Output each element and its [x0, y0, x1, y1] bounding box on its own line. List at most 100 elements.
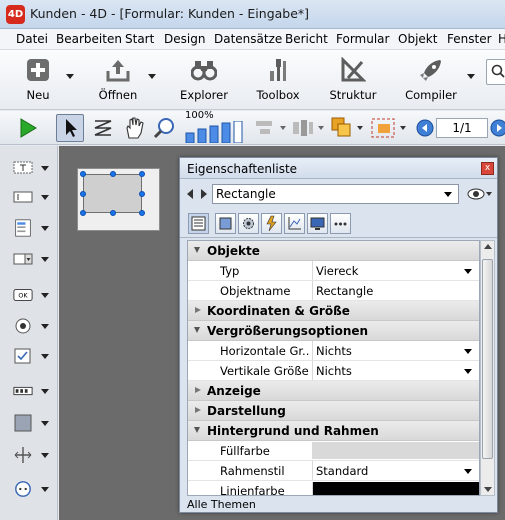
hand-icon[interactable] — [122, 116, 146, 140]
close-icon[interactable]: x — [481, 162, 494, 175]
level-dropdown-arrow[interactable] — [357, 126, 363, 130]
menu-start[interactable]: Start — [125, 32, 154, 46]
new-dropdown-arrow[interactable] — [66, 74, 74, 79]
palette-dropdown-arrow[interactable] — [41, 389, 49, 394]
zoom-icon[interactable] — [153, 116, 177, 140]
menu-hilfe[interactable]: H — [498, 32, 505, 46]
palette-text-tool[interactable] — [9, 156, 55, 180]
menu-bericht[interactable]: Bericht — [285, 32, 328, 46]
property-value-dropdown[interactable]: Viereck — [312, 261, 479, 280]
palette-button-tool[interactable]: OK — [9, 283, 55, 307]
palette-dropdown-arrow[interactable] — [41, 257, 49, 262]
property-row-objektname[interactable]: Objektname Rectangle — [188, 281, 479, 301]
tab-more[interactable] — [330, 213, 351, 234]
scrollbar-thumb[interactable] — [482, 259, 493, 459]
palette-plugin-tool[interactable] — [9, 477, 55, 501]
section-objekte[interactable]: Objekte — [188, 241, 479, 261]
menu-bearbeiten[interactable]: Bearbeiten — [56, 32, 122, 46]
rectangle-object[interactable] — [83, 174, 142, 213]
resize-handle[interactable] — [80, 171, 86, 177]
palette-dropdown-arrow[interactable] — [41, 324, 49, 329]
select-tool-button[interactable] — [56, 114, 84, 142]
palette-dropdown-arrow[interactable] — [41, 166, 49, 171]
prev-next-object-icon[interactable] — [186, 188, 208, 200]
property-row-linienfarbe[interactable]: Linienfarbe — [188, 481, 479, 495]
group-dropdown-arrow[interactable] — [400, 126, 406, 130]
property-row-typ[interactable]: Typ Viereck — [188, 261, 479, 281]
compiler-button[interactable]: Compiler — [403, 50, 459, 110]
resize-handle[interactable] — [80, 210, 86, 216]
property-value-field[interactable]: Rectangle — [312, 281, 479, 300]
open-button[interactable]: Öffnen — [90, 50, 146, 110]
group-icon[interactable] — [370, 116, 398, 140]
palette-dropdown-arrow[interactable] — [41, 453, 49, 458]
level-order-icon[interactable] — [330, 116, 356, 140]
palette-dropdown-arrow[interactable] — [41, 354, 49, 359]
section-koordinaten[interactable]: Koordinaten & Größe — [188, 301, 479, 321]
palette-dropdown-arrow[interactable] — [41, 293, 49, 298]
property-row-rahmenstil[interactable]: Rahmenstil Standard — [188, 461, 479, 481]
tab-objects[interactable] — [215, 213, 236, 234]
palette-dropdown-tool[interactable] — [9, 247, 55, 271]
property-row-vertikal[interactable]: Vertikale Größe Nichts — [188, 361, 479, 381]
property-filter-label[interactable]: Alle Themen — [187, 498, 480, 512]
search-box[interactable] — [486, 59, 505, 85]
palette-splitter-tool[interactable] — [9, 443, 55, 467]
section-vergroesserung[interactable]: Vergrößerungsoptionen — [188, 321, 479, 341]
tab-display[interactable] — [307, 213, 328, 234]
palette-radio-tool[interactable] — [9, 314, 55, 338]
zoom-bars-icon[interactable] — [185, 121, 247, 143]
entry-order-icon[interactable] — [92, 117, 114, 139]
tab-events[interactable] — [261, 213, 282, 234]
structure-button[interactable]: Struktur — [325, 50, 381, 110]
menu-fenster[interactable]: Fenster — [447, 32, 492, 46]
new-button[interactable]: Neu — [11, 50, 65, 110]
property-row-fuellfarbe[interactable]: Füllfarbe — [188, 441, 479, 461]
resize-handle[interactable] — [110, 171, 116, 177]
palette-dropdown-arrow[interactable] — [41, 421, 49, 426]
distribute-icon[interactable] — [291, 118, 315, 138]
palette-listbox-tool[interactable] — [9, 216, 55, 240]
palette-dropdown-arrow[interactable] — [41, 487, 49, 492]
palette-field-tool[interactable] — [9, 185, 55, 209]
align-dropdown-arrow[interactable] — [280, 126, 286, 130]
menu-datensaetze[interactable]: Datensätze — [214, 32, 282, 46]
tab-list-view[interactable] — [188, 213, 209, 234]
palette-dropdown-arrow[interactable] — [41, 226, 49, 231]
next-page-icon[interactable] — [490, 119, 505, 137]
align-icon[interactable] — [254, 118, 276, 138]
scroll-down-icon[interactable] — [484, 487, 492, 492]
toolbox-button[interactable]: Toolbox — [250, 50, 306, 110]
scroll-up-icon[interactable] — [484, 244, 492, 249]
resize-handle[interactable] — [110, 210, 116, 216]
menu-formular[interactable]: Formular — [336, 32, 389, 46]
resize-handle[interactable] — [139, 210, 145, 216]
explorer-button[interactable]: Explorer — [176, 50, 232, 110]
property-row-horizontal[interactable]: Horizontale Gr... Nichts — [188, 341, 479, 361]
property-value-dropdown[interactable]: Standard — [312, 461, 479, 480]
tab-settings[interactable] — [238, 213, 259, 234]
resize-handle[interactable] — [139, 171, 145, 177]
line-color-swatch[interactable] — [312, 482, 479, 495]
distribute-dropdown-arrow[interactable] — [318, 126, 324, 130]
eye-icon[interactable] — [467, 186, 493, 202]
palette-checkbox-tool[interactable] — [9, 344, 55, 368]
resize-handle[interactable] — [80, 191, 86, 197]
property-value-dropdown[interactable]: Nichts — [312, 341, 479, 360]
property-value-dropdown[interactable]: Nichts — [312, 361, 479, 380]
menu-datei[interactable]: Datei — [16, 32, 48, 46]
run-form-icon[interactable] — [17, 117, 39, 139]
previous-page-icon[interactable] — [416, 119, 434, 137]
palette-dropdown-arrow[interactable] — [41, 195, 49, 200]
section-darstellung[interactable]: Darstellung — [188, 401, 479, 421]
menu-design[interactable]: Design — [164, 32, 205, 46]
object-selector[interactable]: Rectangle — [212, 184, 459, 204]
palette-title-bar[interactable]: Eigenschaftenliste x — [180, 158, 497, 179]
section-anzeige[interactable]: Anzeige — [188, 381, 479, 401]
section-hintergrund[interactable]: Hintergrund und Rahmen — [188, 421, 479, 441]
page-indicator[interactable]: 1/1 — [436, 118, 488, 138]
compiler-dropdown-arrow[interactable] — [467, 74, 475, 79]
fill-color-swatch[interactable] — [312, 442, 479, 459]
tab-coordinates[interactable] — [284, 213, 305, 234]
palette-rectangle-tool[interactable] — [9, 411, 55, 435]
